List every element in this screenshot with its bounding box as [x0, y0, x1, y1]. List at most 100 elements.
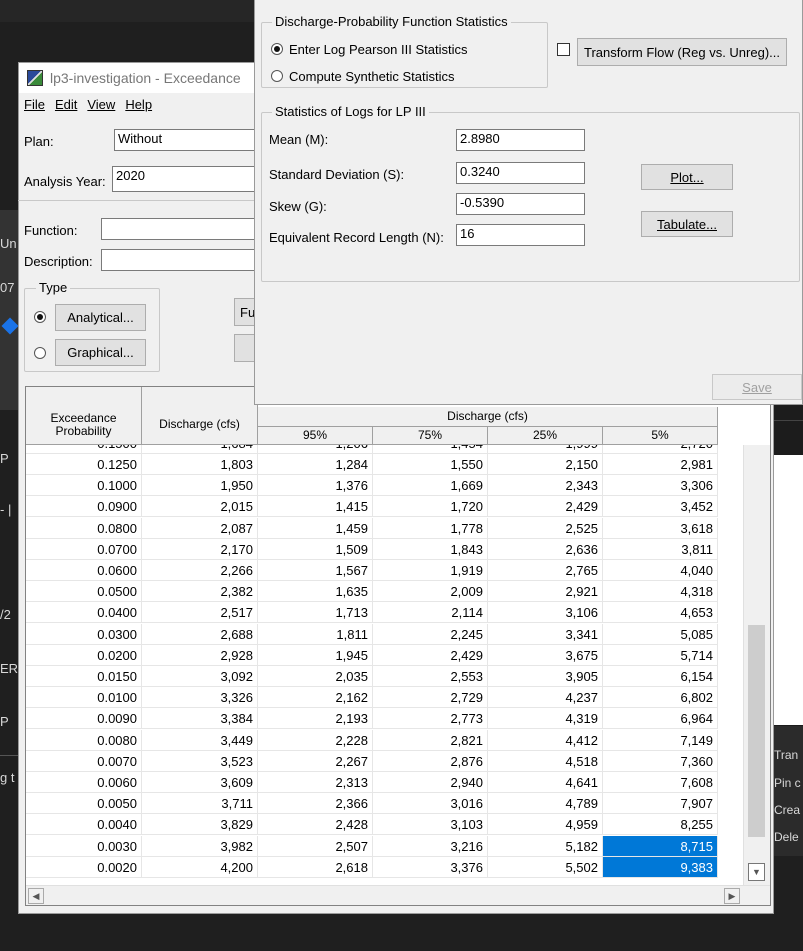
cell-75[interactable]: 3,016	[373, 793, 488, 815]
cell-75[interactable]: 2,429	[373, 644, 488, 666]
cell-95[interactable]: 1,206	[258, 445, 373, 454]
record-length-field[interactable]: 16	[456, 224, 585, 246]
cell-95[interactable]: 1,567	[258, 560, 373, 581]
cell-5[interactable]: 8,255	[603, 814, 718, 836]
cell-5[interactable]: 3,811	[603, 538, 718, 560]
table-row[interactable]: 0.0070 3,523 2,267 2,876 4,518 7,360	[26, 750, 743, 772]
cell-discharge[interactable]: 3,711	[142, 793, 258, 815]
cell-discharge[interactable]: 3,523	[142, 750, 258, 772]
table-row[interactable]: 0.0060 3,609 2,313 2,940 4,641 7,608	[26, 772, 743, 793]
cell-exceedance[interactable]: 0.0030	[26, 835, 142, 857]
cell-75[interactable]: 2,114	[373, 602, 488, 624]
synthetic-radio[interactable]	[271, 70, 283, 82]
cell-5[interactable]: 6,964	[603, 708, 718, 730]
context-menu-item[interactable]: Tran	[774, 748, 798, 762]
cell-exceedance[interactable]: 0.1250	[26, 454, 142, 475]
menu-help[interactable]: Help	[124, 97, 153, 112]
table-row[interactable]: 0.0300 2,688 1,811 2,245 3,341 5,085	[26, 623, 743, 645]
cell-95[interactable]: 2,267	[258, 750, 373, 772]
cell-95[interactable]: 2,193	[258, 708, 373, 730]
cell-exceedance[interactable]: 0.0900	[26, 496, 142, 518]
cell-5[interactable]: 7,907	[603, 793, 718, 815]
cell-95[interactable]: 1,376	[258, 475, 373, 497]
cell-25[interactable]: 4,412	[488, 729, 603, 751]
cell-exceedance[interactable]: 0.0700	[26, 538, 142, 560]
cell-75[interactable]: 1,843	[373, 538, 488, 560]
cell-75[interactable]: 2,940	[373, 772, 488, 793]
cell-discharge[interactable]: 2,517	[142, 602, 258, 624]
table-row[interactable]: 0.0100 3,326 2,162 2,729 4,237 6,802	[26, 687, 743, 709]
cell-75[interactable]: 2,773	[373, 708, 488, 730]
menu-view[interactable]: View	[86, 97, 116, 112]
cell-75[interactable]: 1,669	[373, 475, 488, 497]
cell-95[interactable]: 2,035	[258, 666, 373, 687]
cell-5[interactable]: 4,653	[603, 602, 718, 624]
cell-75[interactable]: 1,919	[373, 560, 488, 581]
cell-25[interactable]: 2,525	[488, 517, 603, 539]
cell-25[interactable]: 1,999	[488, 445, 603, 454]
table-row-partial[interactable]: 0.1500 1,684 1,206 1,454 1,999 2,720	[26, 445, 743, 454]
cell-discharge[interactable]: 1,950	[142, 475, 258, 497]
cell-95[interactable]: 2,228	[258, 729, 373, 751]
cell-exceedance[interactable]: 0.0800	[26, 517, 142, 539]
horizontal-scrollbar[interactable]: ◀ ▶	[26, 885, 770, 905]
cell-discharge[interactable]: 2,688	[142, 623, 258, 645]
cell-95[interactable]: 2,162	[258, 687, 373, 709]
cell-5[interactable]: 6,802	[603, 687, 718, 709]
header-5[interactable]: 5%	[603, 427, 718, 445]
cell-exceedance[interactable]: 0.0080	[26, 729, 142, 751]
cell-discharge[interactable]: 1,684	[142, 445, 258, 454]
cell-5[interactable]: 4,040	[603, 560, 718, 581]
cell-25[interactable]: 4,789	[488, 793, 603, 815]
table-row[interactable]: 0.0700 2,170 1,509 1,843 2,636 3,811	[26, 538, 743, 560]
cell-exceedance[interactable]: 0.1000	[26, 475, 142, 497]
cell-75[interactable]: 3,216	[373, 835, 488, 857]
cell-95[interactable]: 1,415	[258, 496, 373, 518]
function-field[interactable]	[101, 218, 261, 240]
cell-exceedance[interactable]: 0.0020	[26, 856, 142, 878]
tabulate-button[interactable]: Tabulate...	[641, 211, 733, 237]
cell-exceedance[interactable]: 0.0500	[26, 581, 142, 603]
cell-discharge[interactable]: 4,200	[142, 856, 258, 878]
cell-exceedance[interactable]: 0.0200	[26, 644, 142, 666]
table-row[interactable]: 0.1000 1,950 1,376 1,669 2,343 3,306	[26, 475, 743, 497]
cell-25[interactable]: 3,675	[488, 644, 603, 666]
enter-lp3-radio[interactable]	[271, 43, 283, 55]
cell-discharge[interactable]: 3,092	[142, 666, 258, 687]
cell-25[interactable]: 5,182	[488, 835, 603, 857]
cell-exceedance[interactable]: 0.1500	[26, 445, 142, 454]
header-95[interactable]: 95%	[258, 427, 373, 445]
cell-75[interactable]: 1,720	[373, 496, 488, 518]
cell-25[interactable]: 4,319	[488, 708, 603, 730]
cell-75[interactable]: 3,376	[373, 856, 488, 878]
analytical-button[interactable]: Analytical...	[55, 304, 146, 331]
cell-75[interactable]: 2,245	[373, 623, 488, 645]
cell-exceedance[interactable]: 0.0090	[26, 708, 142, 730]
cell-75[interactable]: 1,454	[373, 445, 488, 454]
table-row[interactable]: 0.0040 3,829 2,428 3,103 4,959 8,255	[26, 814, 743, 836]
header-75[interactable]: 75%	[373, 427, 488, 445]
table-row[interactable]: 0.0900 2,015 1,415 1,720 2,429 3,452	[26, 496, 743, 518]
cell-exceedance[interactable]: 0.0600	[26, 560, 142, 581]
graphical-button[interactable]: Graphical...	[55, 339, 146, 366]
table-row[interactable]: 0.0400 2,517 1,713 2,114 3,106 4,653	[26, 602, 743, 624]
cell-95[interactable]: 1,284	[258, 454, 373, 475]
cell-exceedance[interactable]: 0.0100	[26, 687, 142, 709]
table-row[interactable]: 0.0200 2,928 1,945 2,429 3,675 5,714	[26, 644, 743, 666]
std-dev-field[interactable]: 0.3240	[456, 162, 585, 184]
plan-field[interactable]: Without	[114, 129, 264, 151]
cell-5[interactable]: 9,383	[603, 856, 718, 878]
cell-5[interactable]: 7,360	[603, 750, 718, 772]
context-menu-item[interactable]: Dele	[774, 830, 799, 844]
cell-discharge[interactable]: 2,087	[142, 517, 258, 539]
cell-95[interactable]: 1,635	[258, 581, 373, 603]
cell-25[interactable]: 5,502	[488, 856, 603, 878]
scroll-down-icon[interactable]: ▼	[748, 863, 765, 881]
cell-75[interactable]: 1,778	[373, 517, 488, 539]
cell-95[interactable]: 1,713	[258, 602, 373, 624]
cell-75[interactable]: 2,009	[373, 581, 488, 603]
menu-file[interactable]: File	[23, 97, 46, 112]
cell-5[interactable]: 2,981	[603, 454, 718, 475]
cell-discharge[interactable]: 3,384	[142, 708, 258, 730]
cell-75[interactable]: 2,876	[373, 750, 488, 772]
